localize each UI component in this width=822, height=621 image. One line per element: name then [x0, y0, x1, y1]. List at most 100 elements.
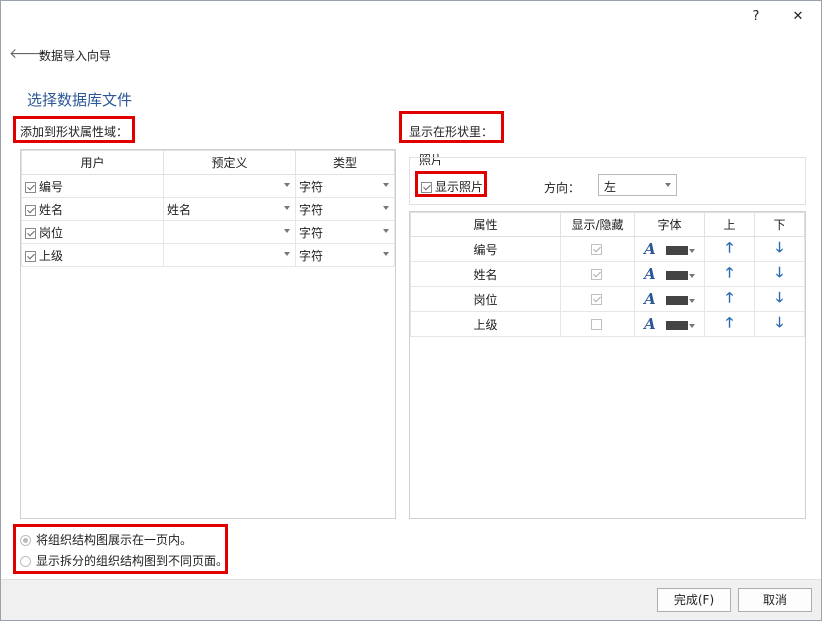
chevron-down-icon [383, 229, 389, 233]
type-dropdown[interactable]: 字符 [295, 197, 395, 221]
chevron-down-icon [665, 183, 671, 187]
table-row: 岗位 字符 [21, 220, 395, 244]
cancel-button[interactable]: 取消 [738, 588, 812, 612]
type-dropdown[interactable]: 字符 [295, 243, 395, 267]
help-button[interactable]: ? [745, 7, 767, 27]
column-header-up[interactable]: 上 [704, 212, 755, 237]
direction-value: 左 [604, 180, 617, 194]
move-up-icon[interactable]: 🡑 [726, 240, 733, 256]
type-value: 字符 [299, 225, 324, 240]
page-title: 选择数据库文件 [27, 91, 133, 109]
table-row: 上级 字符 [21, 243, 395, 267]
visibility-checkbox[interactable] [590, 294, 602, 305]
show-photo-checkbox[interactable]: 显示照片 [421, 178, 483, 195]
chevron-down-icon [688, 298, 695, 303]
row-checkbox[interactable] [25, 227, 36, 239]
color-swatch[interactable] [665, 296, 688, 305]
type-dropdown[interactable]: 字符 [295, 174, 395, 198]
chevron-down-icon [688, 273, 695, 278]
color-swatch[interactable] [665, 271, 688, 280]
right-section-label: 显示在形状里： [409, 125, 494, 139]
chevron-down-icon [688, 248, 695, 253]
user-cell[interactable]: 姓名 [21, 197, 164, 221]
predefined-dropdown[interactable] [163, 174, 296, 198]
move-down-icon[interactable]: 🡓 [776, 290, 783, 306]
field-name: 上级 [39, 248, 64, 263]
radio-icon[interactable] [20, 556, 31, 567]
column-header-down[interactable]: 下 [754, 212, 805, 237]
property-name: 岗位 [410, 286, 561, 312]
close-button[interactable]: ✕ [787, 7, 809, 27]
field-name: 编号 [39, 179, 64, 194]
table-row: 岗位 A 🡑 🡓 [410, 286, 805, 312]
row-checkbox[interactable] [25, 204, 36, 216]
finish-button[interactable]: 完成(F) [657, 588, 731, 612]
type-value: 字符 [299, 248, 324, 263]
left-section-label: 添加到形状属性域： [20, 125, 129, 139]
move-down-icon[interactable]: 🡓 [776, 240, 783, 256]
table-row: 姓名 A 🡑 🡓 [410, 261, 805, 287]
move-up-icon[interactable]: 🡑 [726, 265, 733, 281]
visibility-checkbox[interactable] [590, 269, 602, 280]
layout-option-split-pages[interactable]: 显示拆分的组织结构图到不同页面。 [20, 552, 228, 569]
direction-select[interactable]: 左 [598, 174, 677, 196]
table-row: 编号 字符 [21, 174, 395, 198]
type-value: 字符 [299, 202, 324, 217]
predefined-dropdown[interactable] [163, 243, 296, 267]
row-checkbox[interactable] [25, 250, 36, 262]
field-name: 岗位 [39, 225, 64, 240]
font-picker[interactable]: A [634, 311, 705, 337]
user-cell[interactable]: 上级 [21, 243, 164, 267]
column-header-font[interactable]: 字体 [634, 212, 705, 237]
move-up-icon[interactable]: 🡑 [726, 290, 733, 306]
predefined-dropdown[interactable]: 姓名 [163, 197, 296, 221]
font-icon[interactable]: A [644, 265, 656, 283]
column-header-visibility[interactable]: 显示/隐藏 [560, 212, 635, 237]
table-row: 上级 A 🡑 🡓 [410, 311, 805, 337]
move-down-icon[interactable]: 🡓 [776, 315, 783, 331]
table-row: 姓名 姓名 字符 [21, 197, 395, 221]
predefined-dropdown[interactable] [163, 220, 296, 244]
visibility-checkbox[interactable] [590, 244, 602, 255]
row-checkbox[interactable] [25, 181, 36, 193]
option-label: 显示拆分的组织结构图到不同页面。 [36, 554, 229, 568]
chevron-down-icon [383, 252, 389, 256]
column-header-type[interactable]: 类型 [295, 150, 395, 175]
type-dropdown[interactable]: 字符 [295, 220, 395, 244]
user-cell[interactable]: 岗位 [21, 220, 164, 244]
property-name: 编号 [410, 236, 561, 262]
font-icon[interactable]: A [644, 315, 656, 333]
property-name: 上级 [410, 311, 561, 337]
column-header-property[interactable]: 属性 [410, 212, 561, 237]
chevron-down-icon [284, 206, 290, 210]
font-picker[interactable]: A [634, 236, 705, 262]
column-header-user[interactable]: 用户 [21, 150, 164, 175]
color-swatch[interactable] [665, 246, 688, 255]
field-mapping-grid: 用户 预定义 类型 编号 字符 姓名 姓名 字符 岗位 字符 上级 字符 [20, 149, 396, 519]
footer-bar: 完成(F) 取消 [1, 579, 821, 620]
font-icon[interactable]: A [644, 240, 656, 258]
option-label: 将组织结构图展示在一页内。 [36, 533, 193, 547]
font-icon[interactable]: A [644, 290, 656, 308]
layout-option-single-page[interactable]: 将组织结构图展示在一页内。 [20, 531, 192, 548]
table-row: 编号 A 🡑 🡓 [410, 236, 805, 262]
font-picker[interactable]: A [634, 261, 705, 287]
visibility-checkbox[interactable] [590, 319, 602, 330]
field-name: 姓名 [39, 202, 64, 217]
chevron-down-icon [688, 323, 695, 328]
predefined-value: 姓名 [167, 202, 192, 217]
wizard-title: 数据导入向导 [39, 49, 112, 63]
column-header-predefined[interactable]: 预定义 [163, 150, 296, 175]
user-cell[interactable]: 编号 [21, 174, 164, 198]
display-properties-grid: 属性 显示/隐藏 字体 上 下 编号 A 🡑 🡓 姓名 A 🡑 🡓 岗位 A 🡑… [409, 211, 806, 519]
chevron-down-icon [383, 206, 389, 210]
direction-label: 方向： [544, 181, 581, 195]
type-value: 字符 [299, 179, 324, 194]
move-up-icon[interactable]: 🡑 [726, 315, 733, 331]
show-photo-check-icon[interactable] [421, 182, 432, 193]
chevron-down-icon [383, 183, 389, 187]
radio-icon[interactable] [20, 535, 31, 546]
color-swatch[interactable] [665, 321, 688, 330]
font-picker[interactable]: A [634, 286, 705, 312]
move-down-icon[interactable]: 🡓 [776, 265, 783, 281]
